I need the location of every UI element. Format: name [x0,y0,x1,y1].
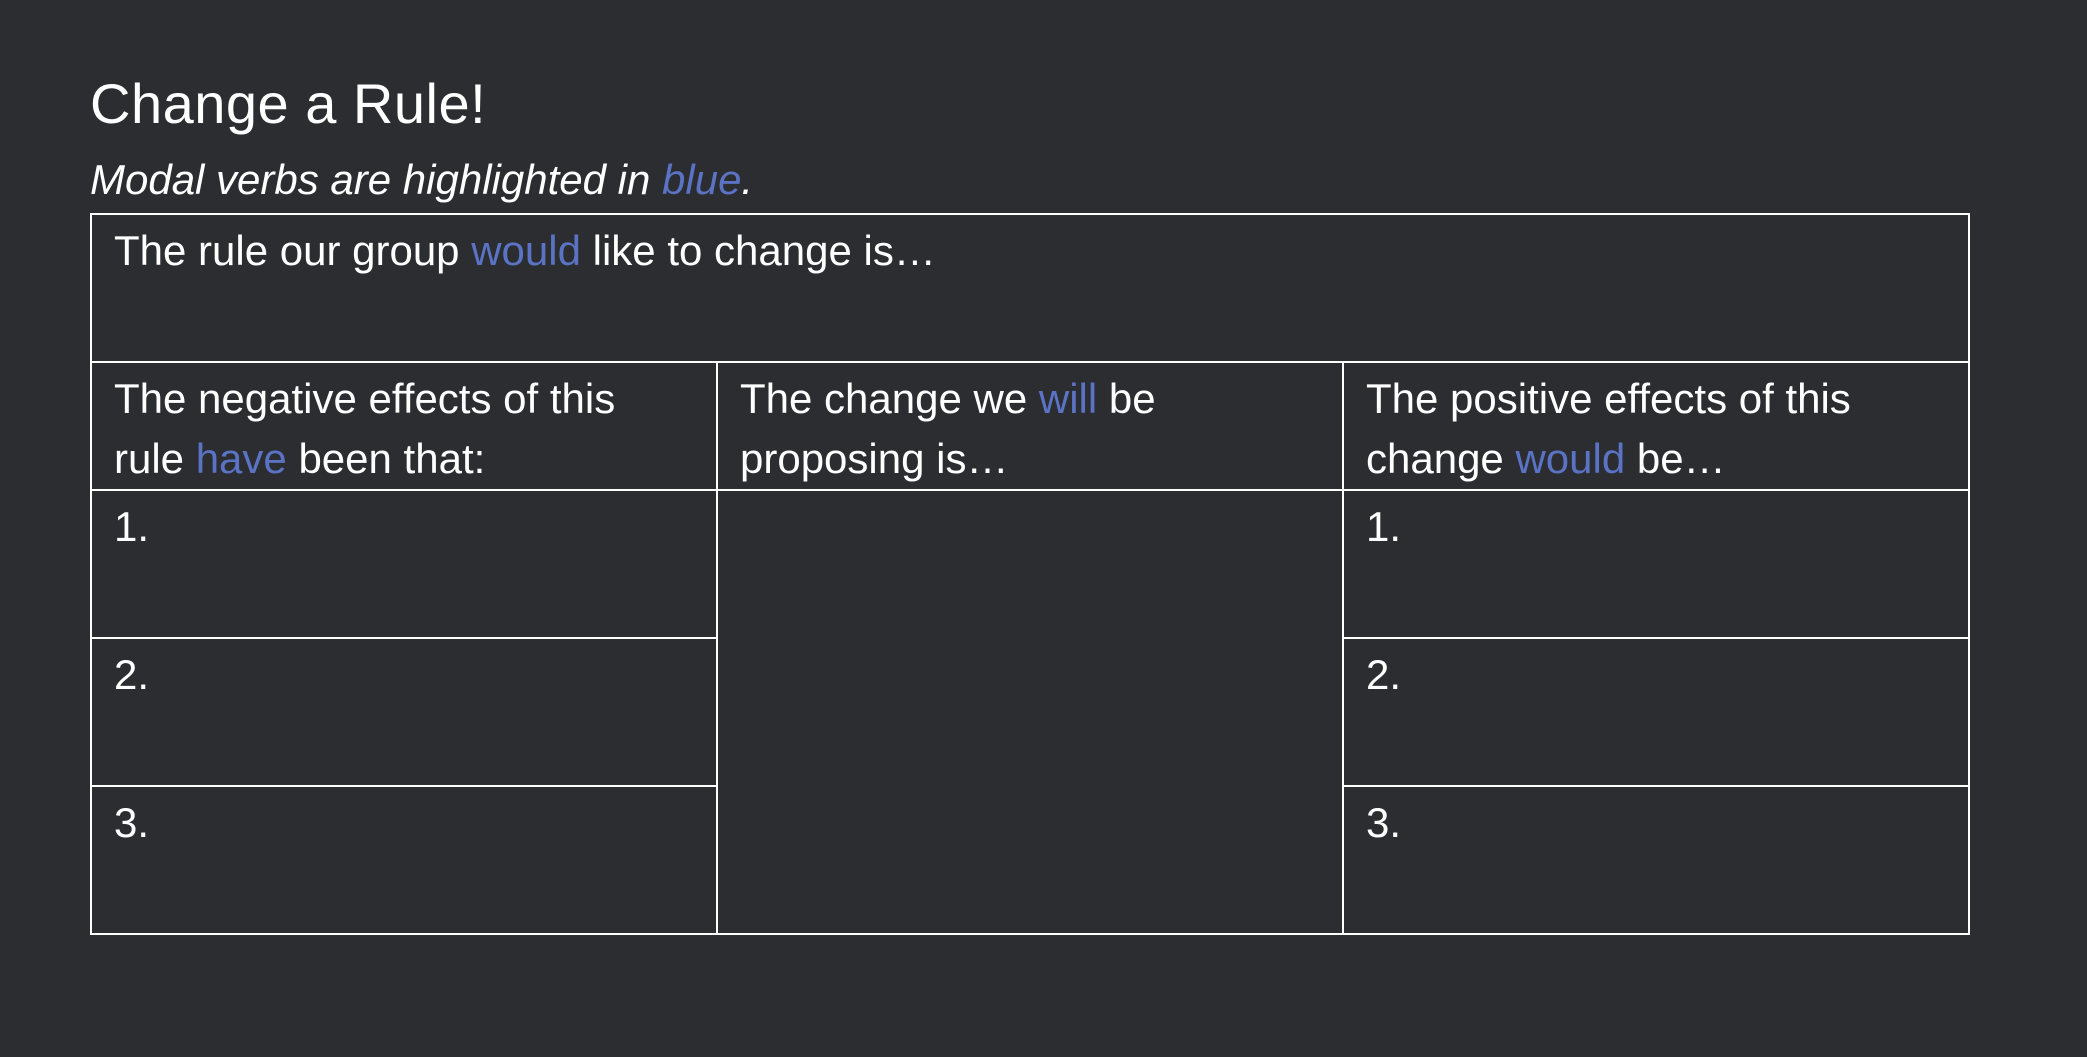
positive-effect-3-cell[interactable]: 3. [1342,785,1970,935]
rule-prompt-end: like to change is… [580,227,936,274]
modal-verb: would [1515,435,1626,482]
negative-effect-1-cell[interactable]: 1. [90,489,718,639]
item-number: 3. [1366,799,1402,846]
negative-effects-header: The negative effects of this rule have b… [90,361,718,491]
header-text: The change we [740,375,1039,422]
table-row: 1. 1. [90,489,1970,935]
rule-cell[interactable]: The rule our group would like to change … [90,213,1970,363]
subtitle-text: Modal verbs are highlighted in [90,156,663,203]
item-number: 2. [114,651,150,698]
item-number: 2. [1366,651,1402,698]
subtitle-end: . [741,156,754,203]
modal-verb: will [1038,375,1098,422]
table-row: The rule our group would like to change … [90,213,1970,363]
table-row: The negative effects of this rule have b… [90,361,1970,491]
negative-effect-3-cell[interactable]: 3. [90,785,718,935]
rule-change-table: The rule our group would like to change … [90,213,1970,935]
subtitle: Modal verbs are highlighted in blue. [90,156,753,204]
header-text-end: been that: [286,435,486,482]
positive-effect-2-cell[interactable]: 2. [1342,637,1970,787]
modal-verb: have [195,435,287,482]
item-number: 1. [1366,503,1402,550]
header-text-end: be… [1625,435,1726,482]
subtitle-highlight: blue [662,156,742,203]
positive-effects-header: The positive effects of this change woul… [1342,361,1970,491]
rule-prompt: The rule our group [114,227,472,274]
item-number: 3. [114,799,150,846]
page-title: Change a Rule! [90,72,487,135]
modal-verb: would [471,227,581,274]
negative-effect-2-cell[interactable]: 2. [90,637,718,787]
proposed-change-header: The change we will be proposing is… [716,361,1344,491]
item-number: 1. [114,503,150,550]
positive-effect-1-cell[interactable]: 1. [1342,489,1970,639]
proposed-change-cell[interactable] [716,489,1344,935]
